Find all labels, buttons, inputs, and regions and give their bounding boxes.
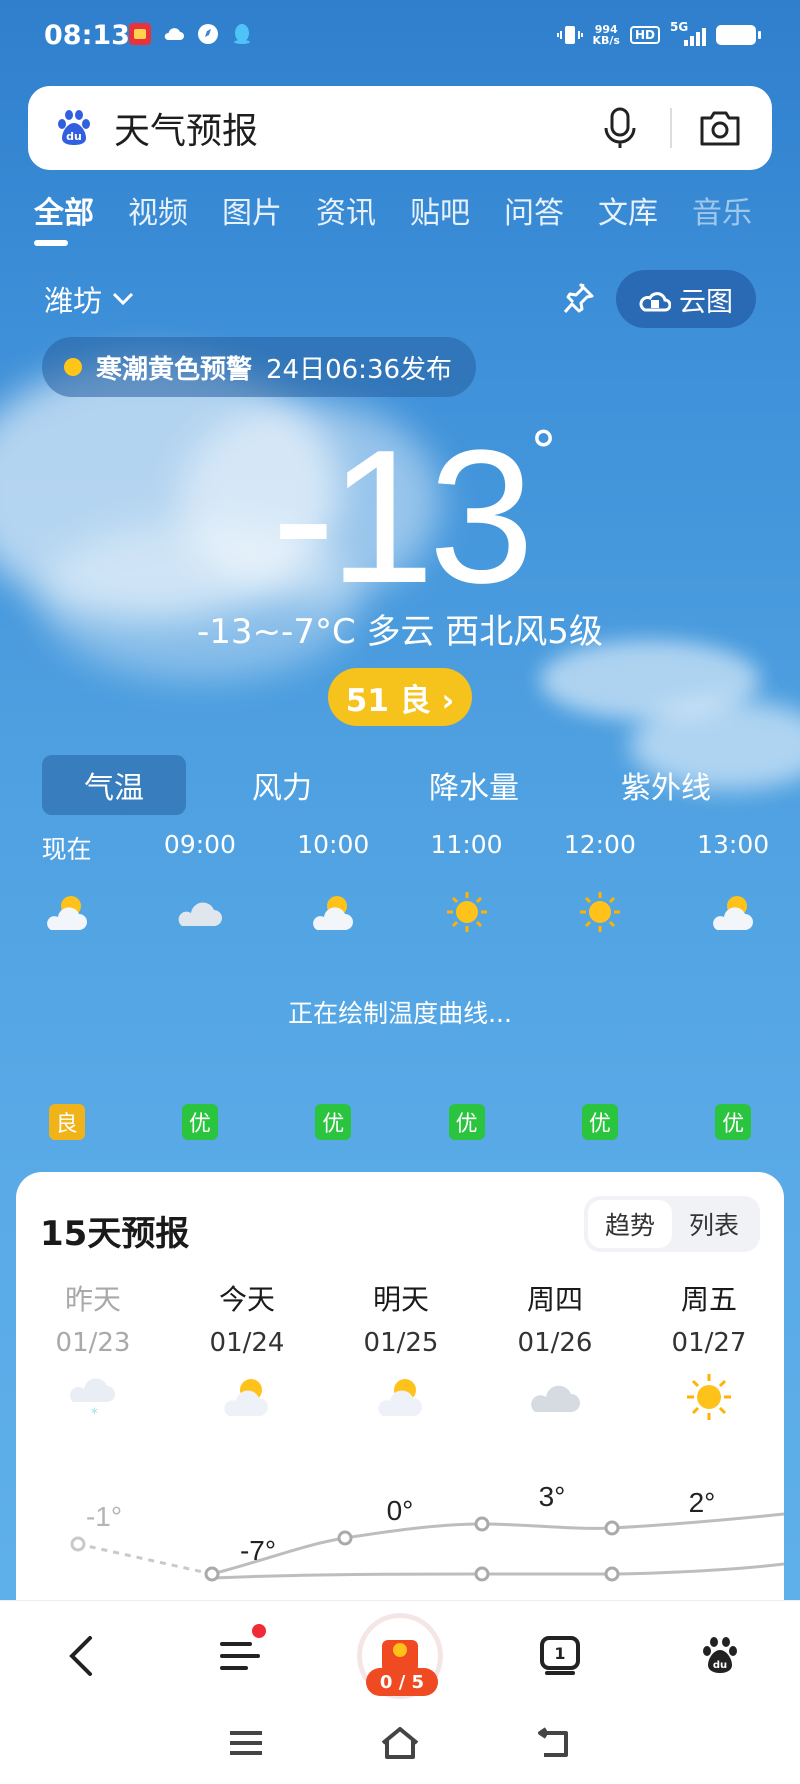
tab-precipitation[interactable]: 降水量 [378,755,570,815]
cloud-map-button[interactable]: 云图 [616,270,756,328]
aqi-level-badge: 优 [448,1104,485,1140]
high-temp-label: -7° [240,1535,276,1566]
sun-icon [446,892,487,932]
hour-label: 13:00 [697,830,770,859]
reward-count: 0 / 5 [366,1668,438,1696]
net-speed: 994 KB/s [592,23,620,47]
high-temp-label: -1° [86,1501,122,1532]
tab-qa[interactable]: 问答 [487,188,581,248]
svg-text:du: du [713,1660,727,1671]
partly-cloudy-icon [313,896,354,930]
hour-label: 10:00 [297,830,370,859]
hourly-times: 现在 09:00 10:00 11:00 12:00 13:00 [0,830,800,866]
cloud-status-icon [164,28,184,40]
cloud-map-icon [639,292,671,312]
current-temperature: -13 [271,411,535,623]
temperature-trend-chart: -1° -7° 0° 3° 2° [70,1481,784,1582]
svg-text:du: du [66,130,82,143]
tabs-button[interactable]: 1 [480,1635,640,1677]
hd-badge: HD [629,26,660,44]
high-temp-label: 0° [387,1495,414,1526]
hourly-aqi: 良 优 优 优 优 优 [0,1104,800,1140]
system-navigation [0,1713,800,1773]
partly-cloudy-icon [713,896,754,930]
notification-dot [252,1624,266,1638]
tab-uv[interactable]: 紫外线 [570,755,762,815]
tab-music[interactable]: 音乐 [675,188,769,248]
vibrate-icon [556,26,583,44]
chart-mode-tabs: 气温 风力 降水量 紫外线 [42,755,762,815]
status-bar: 08:13 994 KB/s HD 5G [0,0,800,72]
hour-label: 09:00 [163,830,236,859]
weather-summary: -13~-7°C 多云 西北风5级 [197,612,603,652]
bottom-bar: 0 / 5 1 du [0,1600,800,1784]
hour-label: 12:00 [563,830,636,859]
city-name: 潍坊 [44,284,103,318]
aqi-level-badge: 良 [48,1104,85,1140]
warning-time: 24日06:36发布 [266,354,453,385]
app-notification-icon [129,23,151,45]
aqi-badge[interactable]: 51 良 › [328,668,472,726]
baidu-paw-icon: du [703,1637,737,1673]
hour-label: 11:00 [430,830,503,859]
back-arrow-icon [69,1636,92,1676]
menu-icon [220,1642,260,1670]
pin-icon[interactable] [560,280,596,316]
status-time: 08:13 [44,20,130,51]
search-input[interactable]: 天气预报 [114,102,600,154]
tab-library[interactable]: 文库 [581,188,675,248]
city-selector[interactable]: 潍坊 [44,278,134,320]
recent-apps-icon[interactable] [228,1729,264,1757]
tab-temperature[interactable]: 气温 [42,755,186,815]
tab-tieba[interactable]: 贴吧 [393,188,487,248]
aqi-level-badge: 优 [181,1104,218,1140]
search-tabs: 全部 视频 图片 资讯 贴吧 问答 文库 音乐 [0,188,800,248]
aqi-level-badge: 优 [581,1104,618,1140]
microphone-icon[interactable] [600,106,640,150]
forecast-card: 15天预报 趋势 列表 昨天 01/23 今天 01/24 明天 01/25 周四 01… [16,1172,784,1632]
degree-symbol: ° [530,420,557,483]
tab-all[interactable]: 全部 [0,188,111,248]
tab-video[interactable]: 视频 [111,188,205,248]
camera-icon[interactable] [698,108,742,148]
high-temp-label: 3° [539,1481,566,1512]
aqi-level-badge: 优 [715,1104,752,1140]
svg-text:1: 1 [554,1644,565,1663]
cloud-icon [178,902,222,926]
tab-wind[interactable]: 风力 [186,755,378,815]
warning-level-dot [64,358,82,376]
cloud-map-label: 云图 [679,286,733,318]
warning-title: 寒潮黄色预警 [96,354,253,385]
chevron-down-icon [112,292,134,306]
home-icon[interactable] [379,1725,421,1761]
qq-icon [234,24,250,44]
search-bar[interactable]: du 天气预报 [28,86,772,170]
compass-icon [198,24,218,44]
reward-button[interactable]: 0 / 5 [320,1613,480,1699]
baidu-logo-icon: du [58,110,90,145]
back-system-icon[interactable] [536,1727,572,1759]
battery-icon [716,25,761,45]
tab-images[interactable]: 图片 [205,188,299,248]
sun-icon [579,892,620,932]
hour-label: 现在 [41,835,92,864]
curve-loading-text: 正在绘制温度曲线... [288,999,512,1028]
partly-cloudy-icon [46,896,87,930]
tabs-icon: 1 [540,1636,580,1675]
back-button[interactable] [0,1634,160,1678]
signal-icon: 5G [670,20,706,48]
hourly-icons [0,890,800,934]
cold-wave-warning[interactable]: 寒潮黄色预警 24日06:36发布 [42,337,477,397]
aqi-level-badge: 优 [315,1104,352,1140]
tab-news[interactable]: 资讯 [299,188,393,248]
baidu-home-button[interactable]: du [640,1636,800,1676]
high-temp-label: 2° [689,1487,716,1518]
menu-button[interactable] [160,1624,320,1674]
